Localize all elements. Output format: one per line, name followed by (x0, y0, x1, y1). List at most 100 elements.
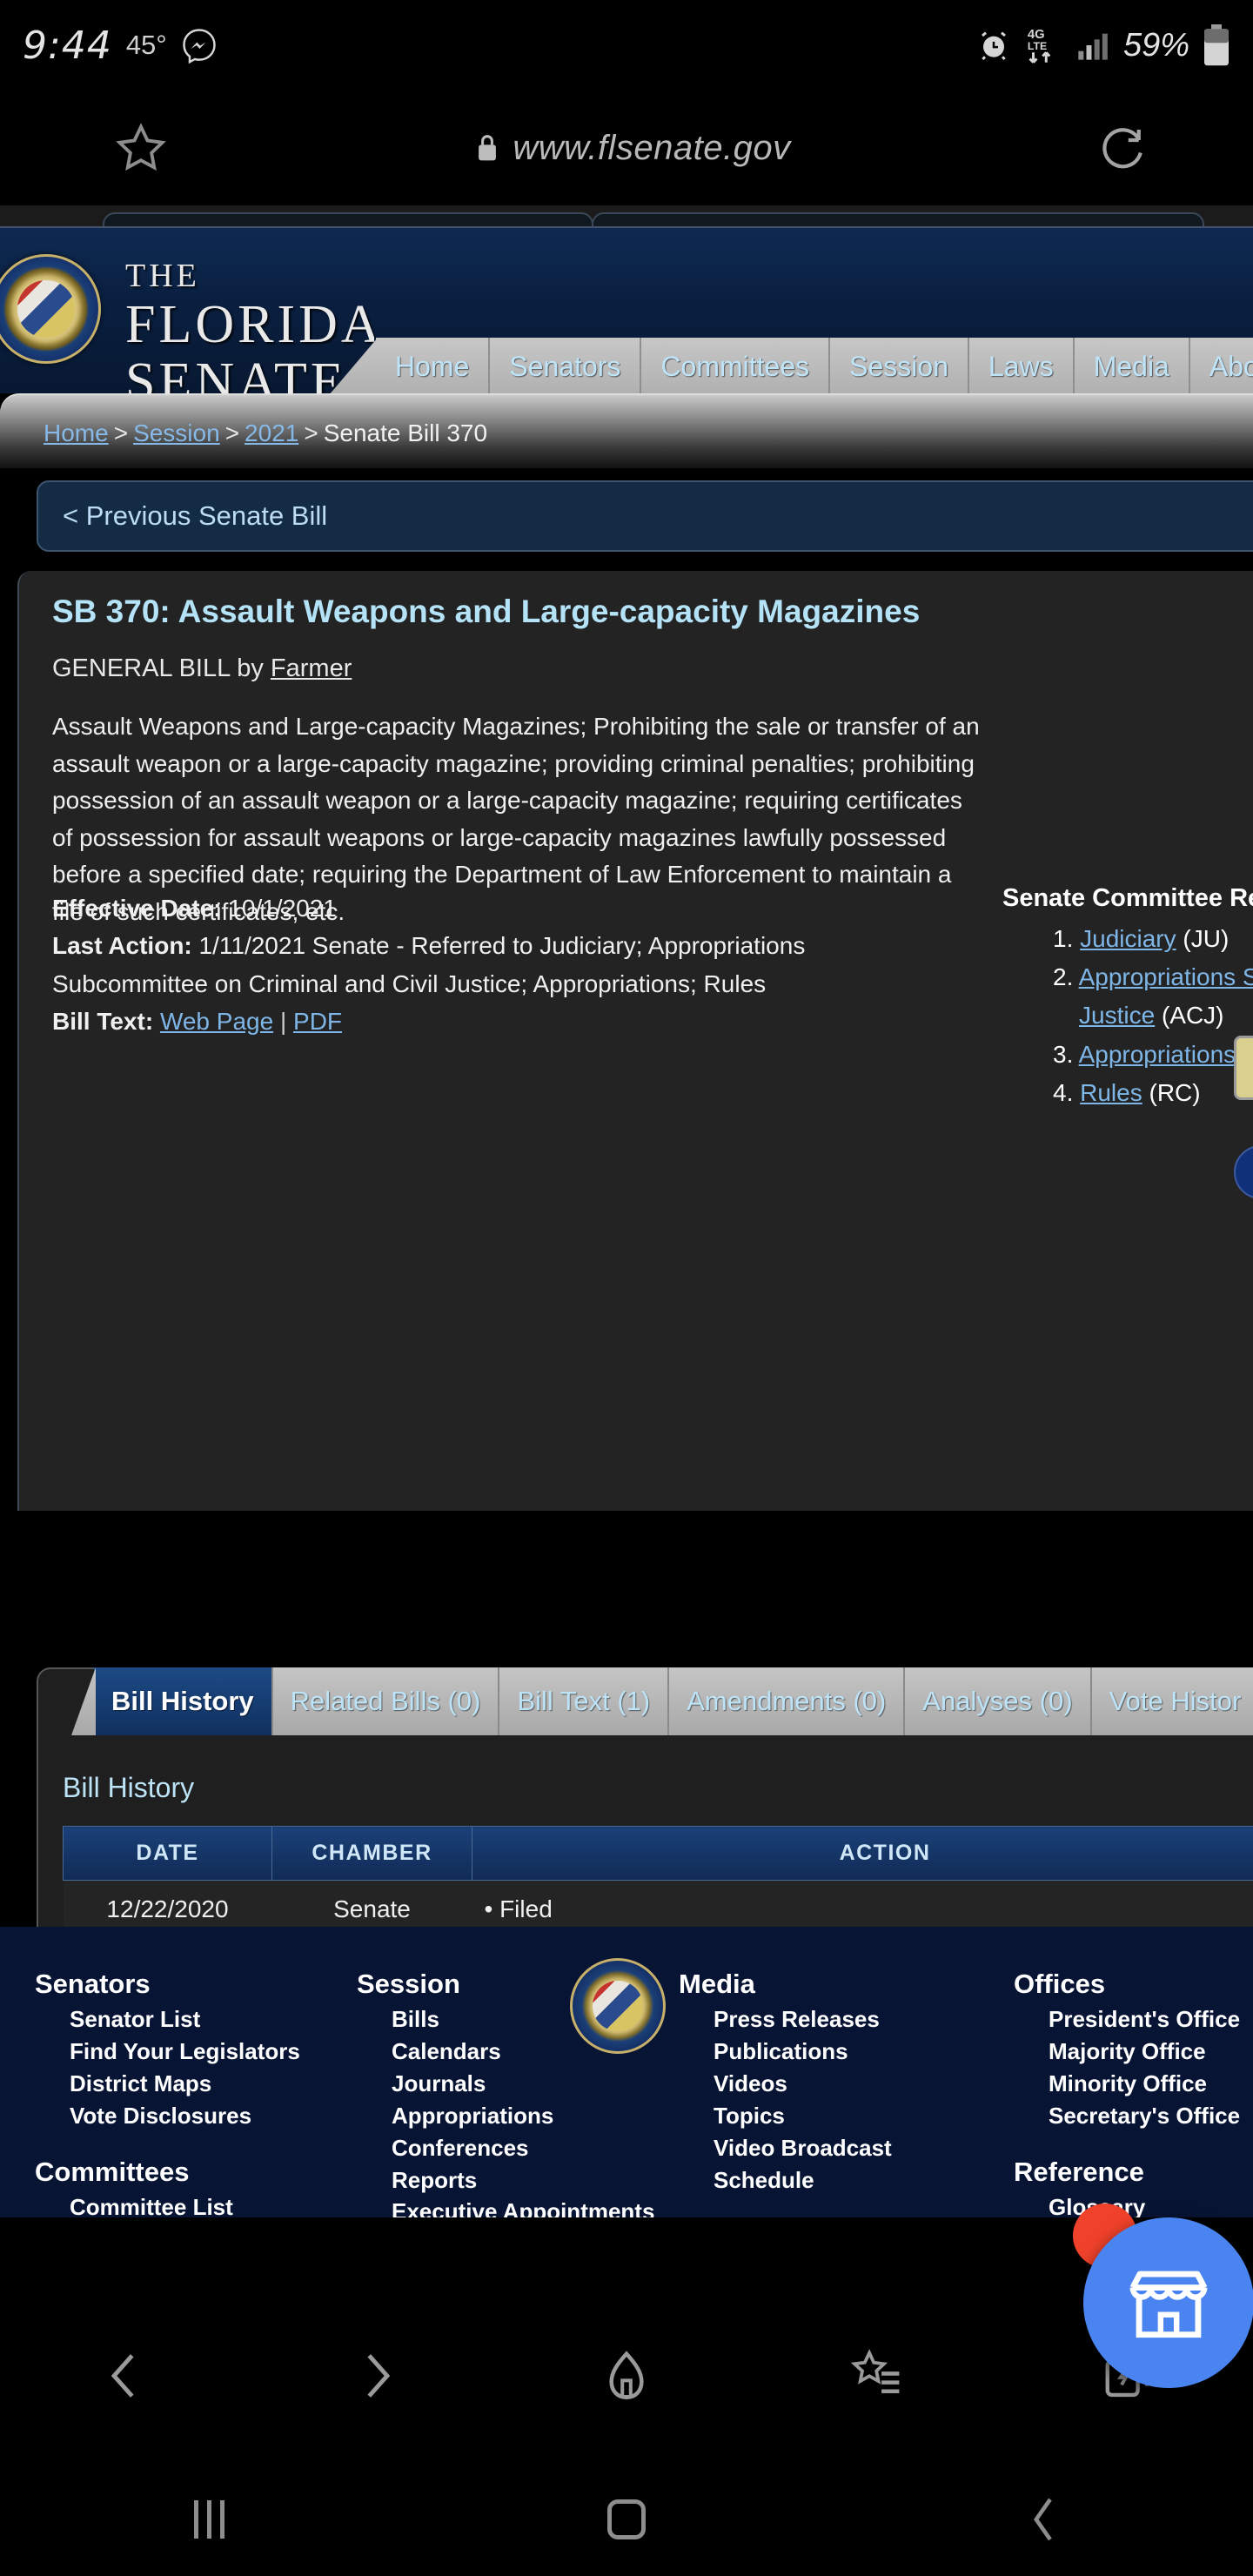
bookmarks-star-list-icon (848, 2349, 906, 2403)
browser-home-button[interactable] (501, 2348, 752, 2404)
marketplace-storefront-icon (1121, 2255, 1216, 2351)
nav-item-senators[interactable]: Senators (490, 338, 642, 395)
tab-amendments[interactable]: Amendments (0) (669, 1667, 906, 1735)
browser-forward-button[interactable] (251, 2349, 501, 2403)
effective-date-row: Effective Date: 10/1/2021 (52, 889, 957, 927)
committee-num-1: 1. (1053, 925, 1074, 952)
footer-link-executive-appointments[interactable]: Executive Appointments (392, 2196, 679, 2217)
android-home-button[interactable] (418, 2499, 835, 2539)
footer-group-offices: Offices President's Office Majority Offi… (1014, 1969, 1253, 2132)
footer-link-find-your-legislators[interactable]: Find Your Legislators (70, 2036, 357, 2068)
browser-back-button[interactable] (0, 2349, 251, 2403)
nav-item-session[interactable]: Session (830, 338, 969, 395)
footer-link-publications[interactable]: Publications (714, 2036, 1014, 2068)
nav-item-home[interactable]: Home (376, 338, 491, 395)
back-arrow-icon (98, 2349, 152, 2403)
marketplace-fab-button[interactable] (1083, 2217, 1253, 2388)
android-back-button[interactable] (835, 2495, 1253, 2544)
web-page-viewport[interactable]: THE FLORIDA SENATE Home Senators Committ… (0, 205, 1253, 2217)
side-yellow-marker[interactable] (1234, 1036, 1253, 1100)
tab-analyses[interactable]: Analyses (0) (905, 1667, 1092, 1735)
android-navigation-bar[interactable] (0, 2463, 1253, 2576)
footer-link-schedule[interactable]: Schedule (714, 2164, 1014, 2197)
committee-link-appropriations[interactable]: Appropriations (1079, 1041, 1236, 1068)
phone-screen: 9:44 45° 4G LTE 59% www.flsenate.gov THE… (0, 0, 1253, 2576)
footer-link-journals[interactable]: Journals (392, 2068, 679, 2100)
bill-history-heading: Bill History (63, 1772, 195, 1803)
tab-bill-text[interactable]: Bill Text (1) (499, 1667, 670, 1735)
footer-link-press-releases[interactable]: Press Releases (714, 2003, 1014, 2036)
previous-senate-bill-button[interactable]: < Previous Senate Bill (37, 480, 1253, 552)
last-action-row: Last Action: 1/11/2021 Senate - Referred… (52, 927, 957, 1003)
breadcrumb-sep-3: > (304, 419, 318, 446)
brand-line-florida: FLORIDA (125, 295, 384, 354)
footer-link-secretarys-office[interactable]: Secretary's Office (1049, 2100, 1253, 2132)
home-icon (607, 2499, 646, 2539)
footer-link-reports[interactable]: Reports (392, 2164, 679, 2197)
android-recents-button[interactable] (0, 2500, 418, 2539)
last-action-label: Last Action: (52, 932, 192, 960)
tab-related-bills[interactable]: Related Bills (0) (272, 1667, 500, 1735)
breadcrumb[interactable]: Home > Session >2021 > Senate Bill 370 (44, 419, 487, 447)
breadcrumb-sep-2: > (224, 419, 240, 446)
committee-link-rules[interactable]: Rules (1080, 1079, 1142, 1106)
tab-vote-history[interactable]: Vote Histor (1091, 1667, 1253, 1735)
status-time: 9:44 (23, 23, 112, 68)
bill-text-label: Bill Text: (52, 1008, 154, 1036)
browser-url-bar[interactable]: www.flsenate.gov (0, 91, 1253, 205)
status-bar-left: 9:44 45° (23, 23, 218, 68)
committee-link-approp-sub[interactable]: Appropriations Sub (1079, 963, 1253, 990)
messenger-icon (181, 27, 218, 64)
footer-link-videos[interactable]: Videos (714, 2068, 1014, 2100)
committee-num-2: 2. (1053, 963, 1074, 991)
footer-link-vote-disclosures[interactable]: Vote Disclosures (70, 2100, 357, 2132)
main-nav[interactable]: Home Senators Committees Session Laws Me… (374, 338, 1253, 395)
footer-link-committee-list[interactable]: Committee List (70, 2191, 357, 2217)
address-field[interactable]: www.flsenate.gov (169, 129, 1096, 168)
breadcrumb-year[interactable]: 2021 (245, 419, 298, 446)
status-temperature: 45° (125, 30, 167, 60)
footer-seal-icon (570, 1958, 666, 2054)
footer-link-glossary[interactable]: Glossary (1049, 2191, 1253, 2217)
bill-text-pdf-link[interactable]: PDF (293, 1008, 342, 1035)
footer-link-senator-list[interactable]: Senator List (70, 2003, 357, 2036)
brand-line-the: THE (125, 258, 200, 294)
tab-bill-history[interactable]: Bill History (94, 1667, 273, 1735)
footer-link-district-maps[interactable]: District Maps (70, 2068, 357, 2100)
footer-link-conferences[interactable]: Conferences (392, 2132, 679, 2164)
bill-text-row: Bill Text: Web Page | PDF (52, 1003, 957, 1040)
nav-item-laws[interactable]: Laws (968, 338, 1075, 395)
browser-bottom-toolbar[interactable] (0, 2298, 1253, 2454)
footer-link-appropriations[interactable]: Appropriations (392, 2100, 679, 2132)
footer-link-video-broadcast[interactable]: Video Broadcast (714, 2132, 1014, 2164)
footer-link-topics[interactable]: Topics (714, 2100, 1014, 2132)
bill-tabs[interactable]: Bill History Related Bills (0) Bill Text… (94, 1667, 1253, 1735)
browser-tab-strip[interactable] (0, 205, 1253, 238)
footer-link-majority-office[interactable]: Majority Office (1049, 2036, 1253, 2068)
star-icon[interactable] (113, 121, 169, 175)
nav-item-about[interactable]: About (1189, 338, 1253, 395)
footer-group-senators: Senators Senator List Find Your Legislat… (35, 1969, 357, 2132)
footer-heading-offices: Offices (1014, 1969, 1106, 1999)
breadcrumb-session[interactable]: Session (133, 419, 220, 446)
footer-link-presidents-office[interactable]: President's Office (1049, 2003, 1253, 2036)
bill-sponsor-link[interactable]: Farmer (271, 654, 352, 682)
committee-link-judiciary[interactable]: Judiciary (1080, 925, 1176, 952)
nav-item-media[interactable]: Media (1074, 338, 1190, 395)
reload-icon[interactable] (1096, 122, 1149, 174)
browser-bookmarks-button[interactable] (752, 2349, 1002, 2403)
column-header-chamber: CHAMBER (271, 1826, 472, 1881)
nav-item-committees[interactable]: Committees (641, 338, 831, 395)
site-header: THE FLORIDA SENATE Home Senators Committ… (0, 226, 1253, 409)
florida-senate-seal-icon (0, 254, 101, 364)
senate-committee-references: Senate Committee Refere 1. Judiciary (JU… (1002, 884, 1253, 1112)
footer-link-minority-office[interactable]: Minority Office (1049, 2068, 1253, 2100)
committee-link-justice[interactable]: Justice (1079, 1002, 1155, 1029)
breadcrumb-home[interactable]: Home (44, 419, 109, 446)
committee-item-3: 3. Appropriations (AP (1053, 1036, 1253, 1074)
committee-references-heading: Senate Committee Refere (1002, 884, 1253, 912)
battery-icon (1203, 24, 1230, 66)
footer-column-4: Offices President's Office Majority Offi… (1014, 1969, 1253, 2217)
footer-heading-media: Media (679, 1969, 755, 1999)
bill-text-webpage-link[interactable]: Web Page (160, 1008, 273, 1035)
